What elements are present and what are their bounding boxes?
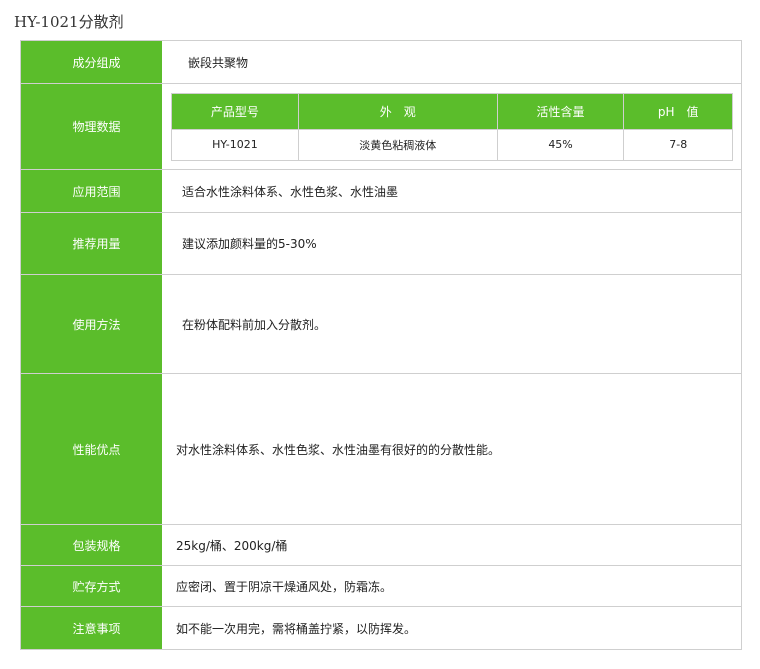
- physical-data-table: 产品型号 外 观 活性含量 pH 值 HY-1021 淡黄色粘稠液体 45% 7…: [171, 92, 733, 161]
- cell-active-content: 45%: [496, 128, 625, 161]
- value-storage: 应密闭、置于阴凉干燥通风处，防霜冻。: [162, 566, 741, 606]
- label-packaging: 包装规格: [21, 525, 162, 565]
- cell-appearance: 淡黄色粘稠液体: [297, 128, 498, 161]
- label-composition: 成分组成: [21, 41, 162, 83]
- page-title: HY-1021分散剂: [14, 13, 124, 31]
- row-composition: 成分组成 嵌段共聚物: [21, 41, 741, 84]
- header-appearance: 外 观: [297, 92, 498, 130]
- row-storage: 贮存方式 应密闭、置于阴凉干燥通风处，防霜冻。: [21, 566, 741, 607]
- label-dosage: 推荐用量: [21, 213, 162, 274]
- value-composition: 嵌段共聚物: [162, 41, 741, 83]
- value-application: 适合水性涂料体系、水性色浆、水性油墨: [162, 170, 741, 212]
- label-physical-data: 物理数据: [21, 84, 162, 169]
- row-notes: 注意事项 如不能一次用完，需将桶盖拧紧，以防挥发。: [21, 607, 741, 649]
- row-packaging: 包装规格 25kg/桶、200kg/桶: [21, 525, 741, 566]
- header-model: 产品型号: [171, 92, 299, 130]
- spec-table: 成分组成 嵌段共聚物 物理数据 产品型号 外 观 活性含量 pH 值 HY-10…: [20, 40, 742, 650]
- label-notes: 注意事项: [21, 607, 162, 649]
- physical-value-row: HY-1021 淡黄色粘稠液体 45% 7-8: [171, 128, 733, 161]
- value-packaging: 25kg/桶、200kg/桶: [162, 525, 741, 565]
- row-application: 应用范围 适合水性涂料体系、水性色浆、水性油墨: [21, 170, 741, 213]
- row-advantages: 性能优点 对水性涂料体系、水性色浆、水性油墨有很好的的分散性能。: [21, 374, 741, 525]
- value-notes: 如不能一次用完，需将桶盖拧紧，以防挥发。: [162, 607, 741, 649]
- cell-model: HY-1021: [171, 128, 299, 161]
- label-usage: 使用方法: [21, 275, 162, 373]
- value-physical-data: 产品型号 外 观 活性含量 pH 值 HY-1021 淡黄色粘稠液体 45% 7…: [162, 84, 741, 169]
- row-physical-data: 物理数据 产品型号 外 观 活性含量 pH 值 HY-1021 淡黄色粘稠液体 …: [21, 84, 741, 170]
- row-dosage: 推荐用量 建议添加颜料量的5-30%: [21, 213, 741, 275]
- cell-ph: 7-8: [623, 128, 733, 161]
- label-storage: 贮存方式: [21, 566, 162, 606]
- value-usage: 在粉体配料前加入分散剂。: [162, 275, 741, 373]
- label-application: 应用范围: [21, 170, 162, 212]
- value-dosage: 建议添加颜料量的5-30%: [162, 213, 741, 274]
- label-advantages: 性能优点: [21, 374, 162, 524]
- header-active-content: 活性含量: [496, 92, 625, 130]
- header-ph: pH 值: [623, 92, 733, 130]
- physical-header-row: 产品型号 外 观 活性含量 pH 值: [171, 92, 733, 130]
- value-advantages: 对水性涂料体系、水性色浆、水性油墨有很好的的分散性能。: [162, 374, 741, 524]
- row-usage: 使用方法 在粉体配料前加入分散剂。: [21, 275, 741, 374]
